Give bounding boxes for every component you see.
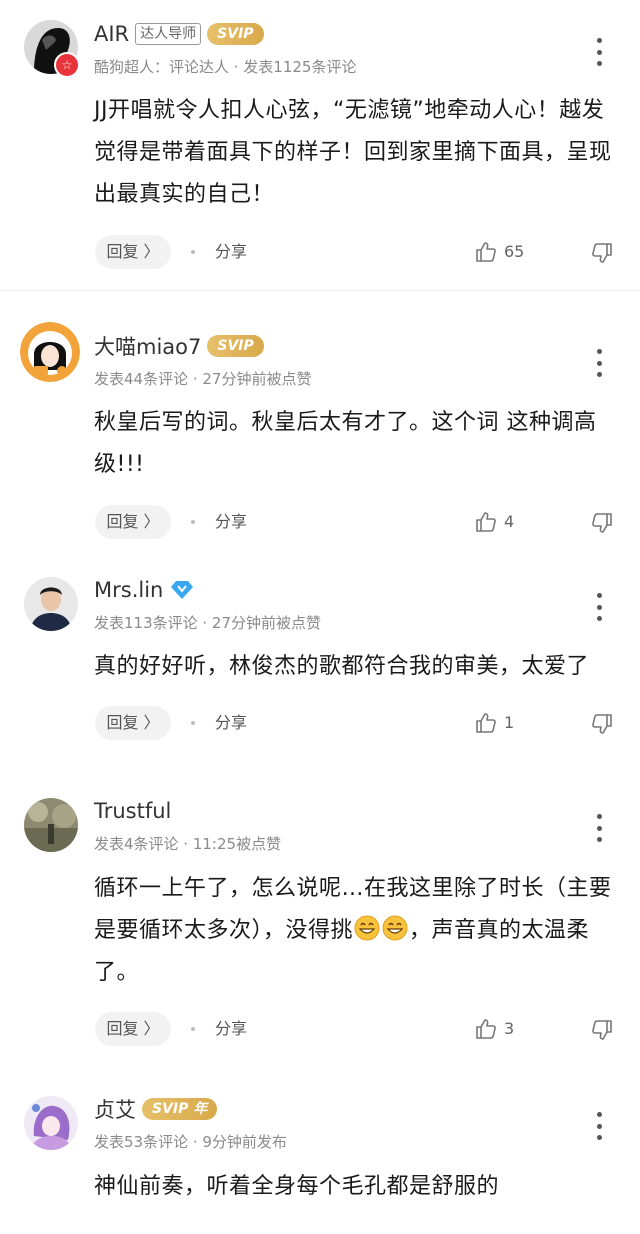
comment-text: 真的好好听，林俊杰的歌都符合我的审美，太爱了 [94, 654, 590, 679]
like-icon[interactable] [474, 240, 498, 264]
comment-actions: 回复 〉 分享 1 [0, 706, 640, 740]
reply-button[interactable]: 回复 〉 [95, 235, 171, 269]
user-name-row: AIR 达人导师 SVIP [94, 20, 264, 48]
avatar[interactable] [20, 322, 80, 382]
more-icon[interactable] [588, 814, 610, 842]
avatar[interactable] [24, 1096, 78, 1150]
like-icon[interactable] [474, 510, 498, 534]
like-icon[interactable] [474, 711, 498, 735]
username[interactable]: 大喵miao7 [94, 331, 201, 361]
user-name-row: 大喵miao7 SVIP [94, 332, 264, 360]
separator-dot [191, 250, 195, 254]
like-count: 4 [504, 512, 515, 531]
more-icon[interactable] [588, 38, 610, 66]
username[interactable]: Trustful [94, 799, 171, 823]
grin-emoji-icon [382, 915, 408, 941]
comment-actions: 回复 〉 分享 3 [0, 1012, 640, 1046]
comment-actions: 回复 〉 分享 4 [0, 505, 640, 539]
svip-badge: SVIP [207, 335, 264, 357]
username[interactable]: 贞艾 [94, 1094, 136, 1124]
reply-button[interactable]: 回复 〉 [95, 505, 171, 539]
reply-button[interactable]: 回复 〉 [95, 1012, 171, 1046]
share-button[interactable]: 分享 [215, 235, 247, 269]
like-icon[interactable] [474, 1017, 498, 1041]
username[interactable]: Mrs.lin [94, 578, 163, 602]
user-name-row: Trustful [94, 797, 171, 825]
mentor-tag: 达人导师 [135, 23, 202, 45]
more-icon[interactable] [588, 349, 610, 377]
like-count: 3 [504, 1019, 515, 1038]
comment-meta: 发表4条评论 · 11:25被点赞 [94, 835, 282, 853]
separator-dot [191, 520, 195, 524]
dislike-icon[interactable] [590, 1018, 614, 1042]
dislike-icon[interactable] [590, 241, 614, 265]
user-name-row: 贞艾 SVIP 年 [94, 1094, 218, 1124]
comment-meta: 发表44条评论 · 27分钟前被点赞 [94, 370, 312, 388]
svip-badge: SVIP [207, 23, 264, 45]
comment-meta: 发表113条评论 · 27分钟前被点赞 [94, 614, 322, 632]
share-button[interactable]: 分享 [215, 706, 247, 740]
star-badge-icon: ☆ [54, 52, 80, 78]
user-name-row: Mrs.lin [94, 576, 195, 604]
separator-dot [191, 721, 195, 725]
comment-text: 神仙前奏，听着全身每个毛孔都是舒服的 [94, 1174, 500, 1199]
share-button[interactable]: 分享 [215, 1012, 247, 1046]
svip-year-badge: SVIP 年 [142, 1098, 218, 1120]
avatar[interactable] [24, 798, 78, 852]
avatar[interactable] [24, 577, 78, 631]
comment-text: 循环一上午了，怎么说呢…在我这里除了时长（主要是要循环太多次），没得挑 ，声音真… [94, 868, 624, 994]
reply-button[interactable]: 回复 〉 [95, 706, 171, 740]
dislike-icon[interactable] [590, 712, 614, 736]
diamond-icon [171, 581, 194, 599]
comment-actions: 回复 〉 分享 65 [0, 235, 640, 269]
grin-emoji-icon [354, 915, 380, 941]
comment-text: 秋皇后写的词。秋皇后太有才了。这个词 这种调高级!!! [94, 410, 597, 477]
share-button[interactable]: 分享 [215, 505, 247, 539]
separator-dot [191, 1027, 195, 1031]
like-count: 1 [504, 713, 515, 732]
comment-meta: 发表53条评论 · 9分钟前发布 [94, 1133, 287, 1151]
divider [0, 290, 640, 291]
like-count: 65 [504, 242, 525, 261]
more-icon[interactable] [588, 1112, 610, 1140]
more-icon[interactable] [588, 593, 610, 621]
dislike-icon[interactable] [590, 511, 614, 535]
comment-text: JJ开唱就令人扣人心弦，“无滤镜”地牵动人心！越发觉得是带着面具下的样子！回到家… [94, 98, 612, 207]
username[interactable]: AIR [94, 22, 129, 46]
comment-meta: 酷狗超人：评论达人 · 发表1125条评论 [94, 58, 357, 76]
